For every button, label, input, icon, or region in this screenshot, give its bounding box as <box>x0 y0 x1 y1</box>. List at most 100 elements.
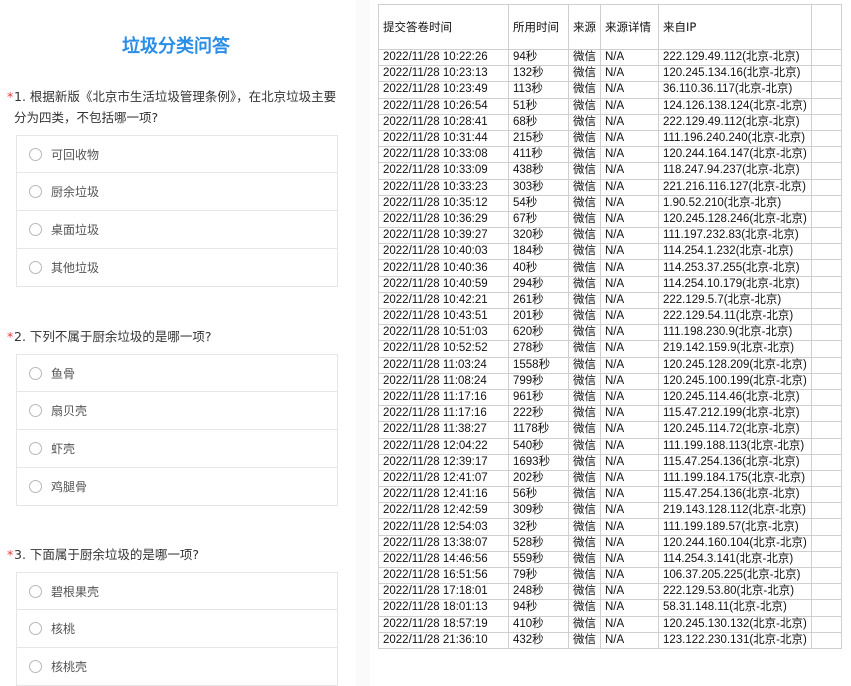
cell-extra[interactable] <box>810 599 842 617</box>
cell-extra[interactable] <box>810 372 842 390</box>
option-radio[interactable]: 虾壳 <box>16 430 338 468</box>
cell-duration[interactable]: 32秒 <box>508 518 569 536</box>
option-radio[interactable]: 其他垃圾 <box>16 249 338 287</box>
cell-submit-time[interactable]: 2022/11/28 13:38:07 <box>378 534 509 552</box>
cell-submit-time[interactable]: 2022/11/28 10:22:26 <box>378 48 509 67</box>
cell-extra[interactable] <box>810 129 842 148</box>
cell-duration[interactable]: 94秒 <box>508 48 569 67</box>
cell-duration[interactable]: 309秒 <box>508 502 569 520</box>
cell-submit-time[interactable]: 2022/11/28 12:41:07 <box>378 469 509 488</box>
header-duration[interactable]: 所用时间 <box>508 4 569 50</box>
cell-source-detail[interactable]: N/A <box>600 453 659 471</box>
option-radio[interactable]: 核桃 <box>16 610 338 648</box>
cell-submit-time[interactable]: 2022/11/28 10:51:03 <box>378 324 509 342</box>
cell-source[interactable]: 微信 <box>568 502 601 520</box>
cell-duration[interactable]: 278秒 <box>508 340 569 358</box>
cell-source-detail[interactable]: N/A <box>600 227 659 245</box>
cell-submit-time[interactable]: 2022/11/28 10:40:36 <box>378 259 509 277</box>
cell-source[interactable]: 微信 <box>568 275 601 293</box>
cell-ip[interactable]: 123.122.230.131(北京-北京) <box>658 631 812 649</box>
cell-duration[interactable]: 411秒 <box>508 146 569 164</box>
cell-source[interactable]: 微信 <box>568 372 601 390</box>
cell-submit-time[interactable]: 2022/11/28 10:52:52 <box>378 340 509 358</box>
radio-circle-icon[interactable] <box>29 261 42 274</box>
cell-extra[interactable] <box>810 550 842 569</box>
cell-source[interactable]: 微信 <box>568 291 601 310</box>
cell-ip[interactable]: 114.254.10.179(北京-北京) <box>658 275 812 293</box>
cell-submit-time[interactable]: 2022/11/28 17:18:01 <box>378 583 509 601</box>
cell-extra[interactable] <box>810 65 842 83</box>
cell-source-detail[interactable]: N/A <box>600 421 659 439</box>
cell-source[interactable]: 微信 <box>568 340 601 358</box>
option-radio[interactable]: 核桃壳 <box>16 648 338 686</box>
cell-submit-time[interactable]: 2022/11/28 10:35:12 <box>378 194 509 212</box>
cell-submit-time[interactable]: 2022/11/28 12:54:03 <box>378 518 509 536</box>
option-radio[interactable]: 碧根果壳 <box>16 572 338 610</box>
cell-source-detail[interactable]: N/A <box>600 631 659 649</box>
cell-ip[interactable]: 120.245.134.16(北京-北京) <box>658 65 812 83</box>
cell-source-detail[interactable]: N/A <box>600 340 659 358</box>
cell-submit-time[interactable]: 2022/11/28 18:01:13 <box>378 599 509 617</box>
cell-source-detail[interactable]: N/A <box>600 324 659 342</box>
cell-ip[interactable]: 115.47.254.136(北京-北京) <box>658 486 812 504</box>
cell-source[interactable]: 微信 <box>568 81 601 99</box>
cell-submit-time[interactable]: 2022/11/28 11:17:16 <box>378 388 509 407</box>
option-radio[interactable]: 鱼骨 <box>16 354 338 392</box>
cell-ip[interactable]: 222.129.49.112(北京-北京) <box>658 48 812 67</box>
cell-source[interactable]: 微信 <box>568 227 601 245</box>
cell-source-detail[interactable]: N/A <box>600 583 659 601</box>
cell-source-detail[interactable]: N/A <box>600 97 659 115</box>
cell-extra[interactable] <box>810 178 842 196</box>
header-source[interactable]: 来源 <box>568 4 601 50</box>
cell-submit-time[interactable]: 2022/11/28 10:42:21 <box>378 291 509 310</box>
cell-duration[interactable]: 261秒 <box>508 291 569 310</box>
radio-circle-icon[interactable] <box>29 404 42 417</box>
cell-ip[interactable]: 114.254.3.141(北京-北京) <box>658 550 812 569</box>
cell-source-detail[interactable]: N/A <box>600 81 659 99</box>
cell-source[interactable]: 微信 <box>568 486 601 504</box>
cell-ip[interactable]: 124.126.138.124(北京-北京) <box>658 97 812 115</box>
cell-duration[interactable]: 248秒 <box>508 583 569 601</box>
cell-extra[interactable] <box>810 162 842 180</box>
cell-duration[interactable]: 184秒 <box>508 243 569 261</box>
cell-ip[interactable]: 111.198.230.9(北京-北京) <box>658 324 812 342</box>
cell-source[interactable]: 微信 <box>568 631 601 649</box>
cell-source-detail[interactable]: N/A <box>600 405 659 423</box>
cell-ip[interactable]: 118.247.94.237(北京-北京) <box>658 162 812 180</box>
cell-duration[interactable]: 320秒 <box>508 227 569 245</box>
cell-extra[interactable] <box>810 437 842 455</box>
cell-ip[interactable]: 111.197.232.83(北京-北京) <box>658 227 812 245</box>
cell-submit-time[interactable]: 2022/11/28 10:40:59 <box>378 275 509 293</box>
cell-duration[interactable]: 528秒 <box>508 534 569 552</box>
cell-ip[interactable]: 115.47.254.136(北京-北京) <box>658 453 812 471</box>
cell-duration[interactable]: 54秒 <box>508 194 569 212</box>
cell-source[interactable]: 微信 <box>568 113 601 131</box>
cell-extra[interactable] <box>810 421 842 439</box>
cell-submit-time[interactable]: 2022/11/28 10:23:49 <box>378 81 509 99</box>
cell-submit-time[interactable]: 2022/11/28 10:31:44 <box>378 129 509 148</box>
cell-duration[interactable]: 961秒 <box>508 388 569 407</box>
cell-ip[interactable]: 120.244.164.147(北京-北京) <box>658 146 812 164</box>
cell-source-detail[interactable]: N/A <box>600 437 659 455</box>
cell-extra[interactable] <box>810 227 842 245</box>
cell-ip[interactable]: 222.129.53.80(北京-北京) <box>658 583 812 601</box>
cell-source-detail[interactable]: N/A <box>600 307 659 326</box>
radio-circle-icon[interactable] <box>29 366 42 380</box>
cell-duration[interactable]: 94秒 <box>508 599 569 617</box>
cell-source-detail[interactable]: N/A <box>600 566 659 585</box>
header-submit-time[interactable]: 提交答卷时间 <box>378 4 509 50</box>
cell-source-detail[interactable]: N/A <box>600 291 659 310</box>
cell-ip[interactable]: 221.216.116.127(北京-北京) <box>658 178 812 196</box>
cell-ip[interactable]: 111.196.240.240(北京-北京) <box>658 129 812 148</box>
cell-source-detail[interactable]: N/A <box>600 65 659 83</box>
cell-duration[interactable]: 410秒 <box>508 615 569 633</box>
cell-ip[interactable]: 115.47.212.199(北京-北京) <box>658 405 812 423</box>
cell-extra[interactable] <box>810 534 842 552</box>
cell-duration[interactable]: 1558秒 <box>508 356 569 374</box>
cell-duration[interactable]: 432秒 <box>508 631 569 649</box>
cell-source-detail[interactable]: N/A <box>600 178 659 196</box>
cell-extra[interactable] <box>810 502 842 520</box>
cell-source-detail[interactable]: N/A <box>600 129 659 148</box>
cell-ip[interactable]: 111.199.188.113(北京-北京) <box>658 437 812 455</box>
radio-circle-icon[interactable] <box>29 622 42 635</box>
